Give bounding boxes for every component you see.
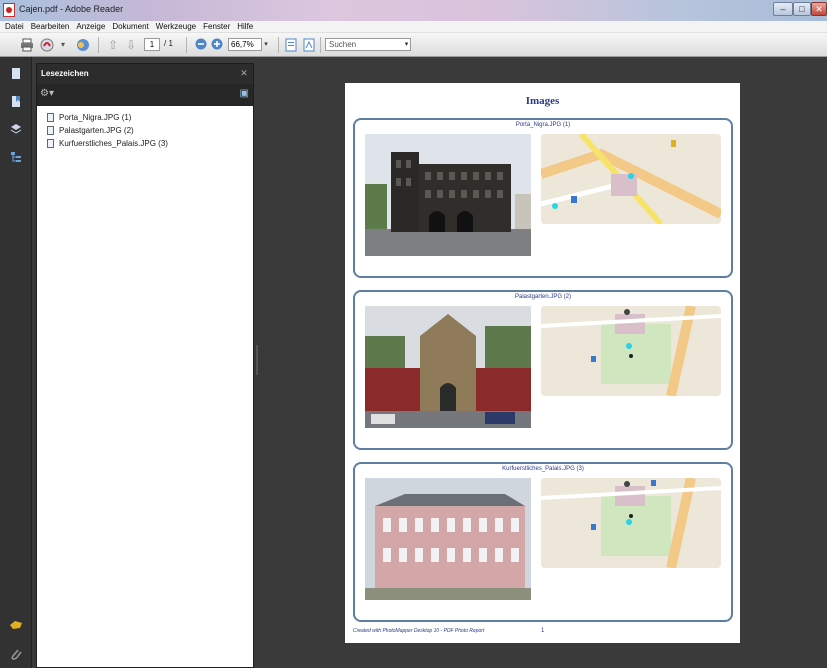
bookmark-item[interactable]: Porta_Nigra.JPG (1) bbox=[47, 111, 168, 124]
create-pdf-icon[interactable] bbox=[40, 38, 54, 52]
print-icon[interactable] bbox=[20, 38, 34, 52]
photo-card-title: Palastgarten.JPG (2) bbox=[514, 294, 572, 300]
map-palastgarten bbox=[541, 306, 721, 396]
adobe-reader-icon bbox=[3, 3, 15, 17]
toolbar-separator bbox=[186, 37, 187, 53]
menu-werkzeuge[interactable]: Werkzeuge bbox=[153, 21, 200, 32]
zoom-out-icon[interactable] bbox=[194, 38, 208, 52]
document-page: Images Porta_Nigra.JPG (1) Palastgarten.… bbox=[345, 83, 740, 643]
panel-header: Lesezeichen ✕ bbox=[37, 64, 253, 84]
page-total: / 1 bbox=[164, 39, 173, 48]
toolbar-separator bbox=[320, 37, 321, 53]
bookmarks-icon[interactable] bbox=[9, 95, 23, 109]
minimize-button[interactable]: – bbox=[773, 2, 793, 16]
map-kurfuerstliches-palais bbox=[541, 478, 721, 568]
title-bar: Cajen.pdf - Adobe Reader – □ ✕ bbox=[0, 0, 827, 21]
toolbar: ▾ ⇧ ⇩ 1 / 1 66,7% ▾ Suchen ▾ bbox=[0, 33, 827, 57]
bookmark-label: Kurfuerstliches_Palais.JPG (3) bbox=[59, 139, 168, 148]
photo-card: Palastgarten.JPG (2) bbox=[353, 290, 733, 450]
sign-icon[interactable] bbox=[9, 619, 23, 633]
document-footer: Created with PhotoMapper Desktop 10 - PD… bbox=[353, 628, 485, 634]
zoom-level-field[interactable]: 66,7% bbox=[228, 38, 262, 51]
menu-hilfe[interactable]: Hilfe bbox=[234, 21, 257, 32]
document-title: Images bbox=[525, 95, 560, 107]
paperclip-icon[interactable] bbox=[9, 647, 23, 661]
menu-fenster[interactable]: Fenster bbox=[200, 21, 234, 32]
zoom-dropdown-icon[interactable]: ▾ bbox=[262, 38, 270, 51]
chevron-down-icon[interactable]: ▾ bbox=[56, 38, 70, 52]
collaborate-icon[interactable] bbox=[76, 38, 90, 52]
structure-tree-icon[interactable] bbox=[9, 151, 23, 165]
photo-porta-nigra bbox=[365, 134, 531, 256]
photo-palastgarten bbox=[365, 306, 531, 428]
menu-dokument[interactable]: Dokument bbox=[109, 21, 152, 32]
menu-datei[interactable]: Datei bbox=[2, 21, 28, 32]
bookmark-label: Palastgarten.JPG (2) bbox=[59, 126, 134, 135]
fit-page-icon[interactable] bbox=[284, 38, 298, 52]
photo-card-title: Porta_Nigra.JPG (1) bbox=[515, 122, 571, 128]
arrow-down-icon[interactable]: ⇩ bbox=[124, 38, 138, 52]
bookmark-item[interactable]: Kurfuerstliches_Palais.JPG (3) bbox=[47, 137, 168, 150]
menu-bearbeiten[interactable]: Bearbeiten bbox=[28, 21, 74, 32]
bookmark-list: Porta_Nigra.JPG (1) Palastgarten.JPG (2)… bbox=[47, 111, 168, 150]
close-icon[interactable]: ✕ bbox=[239, 68, 249, 78]
layers-icon[interactable] bbox=[9, 123, 23, 137]
page-number-input[interactable]: 1 bbox=[144, 38, 160, 51]
options-icon[interactable]: ⚙▾ bbox=[40, 88, 54, 99]
arrow-up-icon[interactable]: ⇧ bbox=[106, 38, 120, 52]
new-bookmark-icon[interactable]: ▣ bbox=[240, 88, 249, 99]
search-dropdown-icon[interactable]: ▾ bbox=[402, 38, 411, 51]
bookmark-item[interactable]: Palastgarten.JPG (2) bbox=[47, 124, 168, 137]
toolbar-separator bbox=[278, 37, 279, 53]
menu-bar: Datei Bearbeiten Anzeige Dokument Werkze… bbox=[0, 21, 827, 33]
photo-card: Porta_Nigra.JPG (1) bbox=[353, 118, 733, 278]
photo-kurfuerstliches-palais bbox=[365, 478, 531, 600]
bookmark-icon bbox=[47, 139, 54, 148]
bookmark-label: Porta_Nigra.JPG (1) bbox=[59, 113, 132, 122]
search-input[interactable]: Suchen bbox=[325, 38, 411, 51]
pages-icon[interactable] bbox=[9, 67, 23, 81]
map-porta-nigra bbox=[541, 134, 721, 224]
window-title: Cajen.pdf - Adobe Reader bbox=[19, 4, 124, 14]
toolbar-separator bbox=[98, 37, 99, 53]
bookmarks-panel: Lesezeichen ✕ ⚙▾ ▣ Porta_Nigra.JPG (1) P… bbox=[36, 63, 254, 668]
read-mode-icon[interactable] bbox=[302, 38, 316, 52]
bookmark-icon bbox=[47, 126, 54, 135]
photo-card: Kurfuerstliches_Palais.JPG (3) bbox=[353, 462, 733, 622]
panel-splitter[interactable] bbox=[256, 345, 258, 375]
menu-anzeige[interactable]: Anzeige bbox=[73, 21, 109, 32]
bookmark-icon bbox=[47, 113, 54, 122]
panel-title: Lesezeichen bbox=[41, 69, 89, 78]
photo-card-title: Kurfuerstliches_Palais.JPG (3) bbox=[502, 466, 584, 472]
document-page-number: 1 bbox=[541, 628, 545, 634]
zoom-in-icon[interactable] bbox=[210, 38, 224, 52]
navigation-rail bbox=[0, 57, 32, 668]
panel-toolbar: ⚙▾ ▣ bbox=[37, 84, 253, 106]
maximize-button[interactable]: □ bbox=[793, 2, 811, 16]
close-button[interactable]: ✕ bbox=[811, 2, 827, 16]
